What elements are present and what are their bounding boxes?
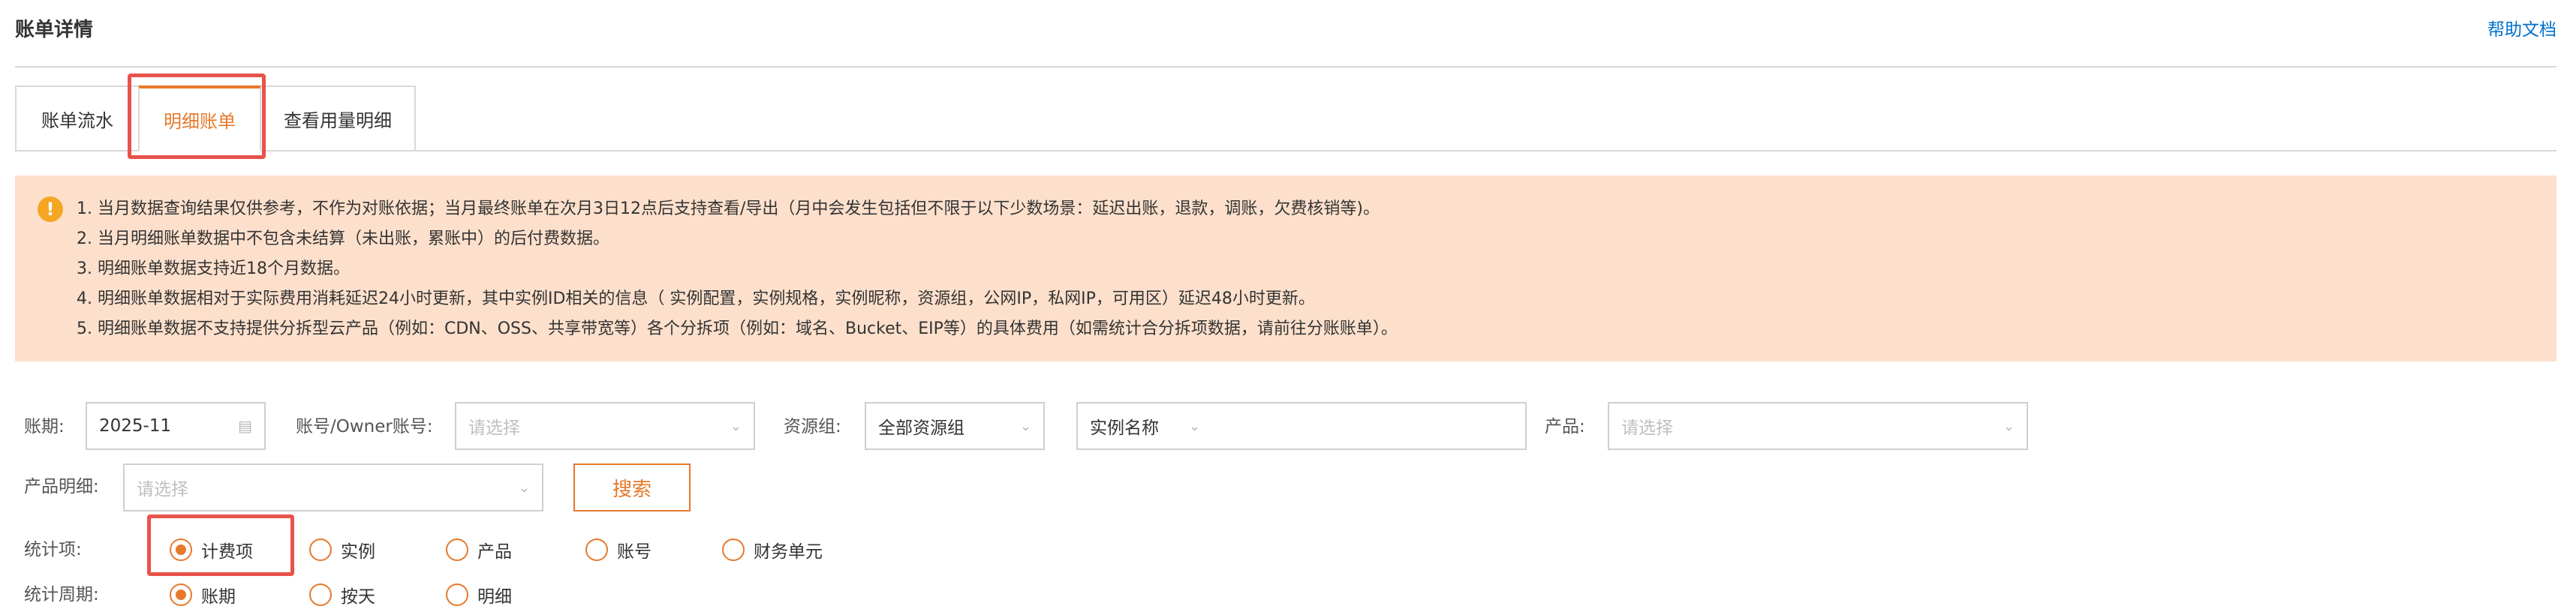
notice-line: 1. 当月数据查询结果仅供参考，不作为对账依据；当月最终账单在次月3日12点后支… <box>77 200 1380 218</box>
resource-group-label: 资源组: <box>784 417 841 436</box>
radio-label: 明细 <box>477 587 512 607</box>
period-value: 2025-11 <box>99 416 172 436</box>
product-label: 产品: <box>1545 417 1585 436</box>
notice-line: 2. 当月明细账单数据中不包含未结算（未出账，累账中）的后付费数据。 <box>77 230 609 248</box>
radio-selected-icon <box>170 538 192 561</box>
stat-period-radio-detail[interactable]: 明细 <box>446 582 512 608</box>
account-placeholder: 请选择 <box>468 418 520 438</box>
chevron-down-icon: ⌄ <box>730 418 742 434</box>
stat-period-radio-daily[interactable]: 按天 <box>309 582 375 608</box>
help-docs-link[interactable]: 帮助文档 <box>2487 18 2556 42</box>
radio-unselected-icon <box>722 538 745 561</box>
info-icon: ! <box>38 196 63 222</box>
product-select[interactable]: 请选择 ⌄ <box>1608 402 2028 450</box>
notice-line: 4. 明细账单数据相对于实际费用消耗延迟24小时更新，其中实例ID相关的信息（ … <box>77 290 1315 308</box>
stat-item-radio-account[interactable]: 账号 <box>585 537 652 562</box>
chevron-down-icon: ⌄ <box>518 479 530 496</box>
radio-label: 财务单元 <box>754 542 823 562</box>
stat-item-label: 统计项: <box>24 540 82 560</box>
notice-text: 1. 当月数据查询结果仅供参考，不作为对账依据；当月最终账单在次月3日12点后支… <box>77 194 1398 344</box>
period-picker[interactable]: 2025-11 ▤ <box>86 402 266 450</box>
radio-label: 产品 <box>477 542 512 562</box>
period-label: 账期: <box>24 417 65 436</box>
header-divider <box>15 66 2556 68</box>
stat-item-radio-product[interactable]: 产品 <box>446 537 512 562</box>
calendar-icon: ▤ <box>238 417 252 435</box>
resource-group-select[interactable]: 全部资源组 ⌄ <box>865 402 1045 450</box>
radio-label: 账号 <box>617 542 652 562</box>
radio-unselected-icon <box>309 584 332 606</box>
bill-detail-page: 账单详情 帮助文档 账单流水 明细账单 查看用量明细 ! 1. 当月数据查询结果… <box>0 0 2576 612</box>
chevron-down-icon: ⌄ <box>1189 418 1201 434</box>
instance-search-field[interactable]: 实例名称 ⌄ <box>1076 402 1527 450</box>
radio-unselected-icon <box>446 584 468 606</box>
account-select[interactable]: 请选择 ⌄ <box>455 402 755 450</box>
account-label: 账号/Owner账号: <box>296 417 433 436</box>
radio-label: 账期 <box>201 587 236 607</box>
radio-label: 按天 <box>341 587 375 607</box>
notice-line: 3. 明细账单数据支持近18个月数据。 <box>77 260 350 278</box>
stat-period-radio-billing-period[interactable]: 账期 <box>170 582 236 608</box>
notice-line: 5. 明细账单数据不支持提供分拆型云产品（例如：CDN、OSS、共享带宽等）各个… <box>77 320 1398 338</box>
product-detail-label: 产品明细: <box>24 477 99 496</box>
product-placeholder: 请选择 <box>1621 418 1673 438</box>
product-detail-select[interactable]: 请选择 ⌄ <box>123 464 543 512</box>
page-title: 账单详情 <box>15 19 94 41</box>
tab-usage-detail[interactable]: 查看用量明细 <box>261 86 416 152</box>
radio-label: 计费项 <box>201 542 253 562</box>
instance-type-value: 实例名称 <box>1090 418 1159 438</box>
stat-item-radio-billing-item[interactable]: 计费项 <box>170 537 253 562</box>
stat-period-label: 统计周期: <box>24 585 99 604</box>
radio-selected-icon <box>170 584 192 606</box>
stat-item-radio-instance[interactable]: 实例 <box>309 537 375 562</box>
tab-bill-flow[interactable]: 账单流水 <box>15 86 138 152</box>
tab-detailed-bill[interactable]: 明细账单 <box>138 86 261 152</box>
search-button[interactable]: 搜索 <box>573 464 691 512</box>
radio-label: 实例 <box>341 542 375 562</box>
radio-unselected-icon <box>585 538 608 561</box>
resource-group-value: 全部资源组 <box>878 418 964 438</box>
stat-item-radio-finance-unit[interactable]: 财务单元 <box>722 537 823 562</box>
chevron-down-icon: ⌄ <box>2003 418 2015 434</box>
chevron-down-icon: ⌄ <box>1019 418 1031 434</box>
product-detail-placeholder: 请选择 <box>137 480 188 500</box>
radio-unselected-icon <box>309 538 332 561</box>
radio-unselected-icon <box>446 538 468 561</box>
